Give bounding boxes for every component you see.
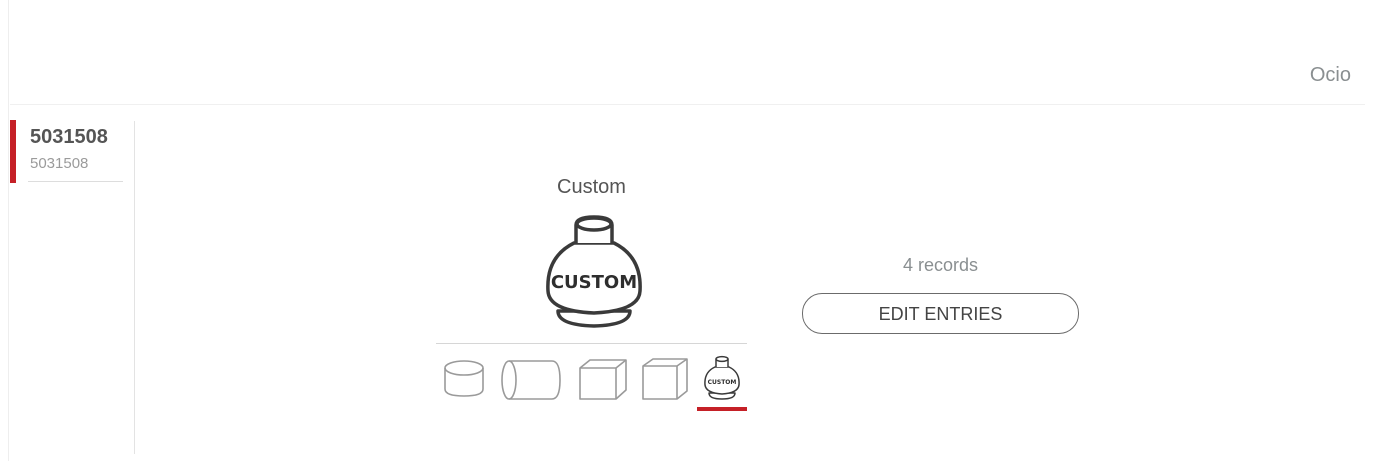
shape-strip-divider [436, 343, 747, 344]
sidebar-divider [134, 121, 135, 454]
records-count: 4 records [902, 255, 979, 275]
item-code[interactable]: 5031508 [30, 126, 108, 149]
cylinder-horizontal-icon[interactable] [498, 354, 564, 404]
box-icon[interactable] [576, 354, 630, 404]
edit-entries-button[interactable]: EDIT ENTRIES [802, 293, 1079, 334]
item-subtitle: 5031508 [30, 155, 89, 172]
preview-label: CUSTOM [551, 272, 637, 293]
selected-item-accent [10, 120, 16, 183]
selected-shape-indicator [697, 407, 747, 411]
shape-title: Custom [557, 176, 626, 198]
mini-bottle-label: CUSTOM [708, 379, 737, 386]
custom-bottle-preview-icon: CUSTOM [546, 215, 642, 328]
header-user-name[interactable]: Ocio [1310, 64, 1351, 87]
item-underline [28, 181, 123, 182]
left-border [8, 0, 9, 461]
custom-bottle-icon[interactable]: CUSTOM [700, 354, 744, 404]
cylinder-upright-icon[interactable] [441, 354, 487, 404]
header-divider [10, 104, 1365, 105]
cube-icon[interactable] [639, 354, 691, 404]
page: Ocio 5031508 5031508 Custom CUSTOM CUSTO… [0, 0, 1383, 461]
